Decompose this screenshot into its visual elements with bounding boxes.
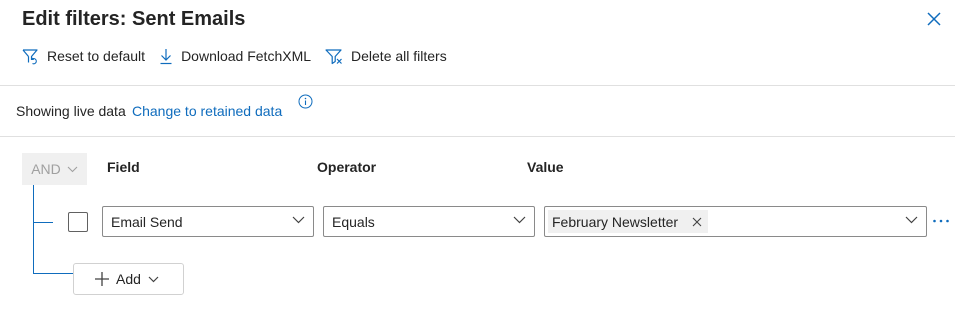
chevron-down-icon <box>148 276 159 282</box>
column-header-operator: Operator <box>317 159 377 175</box>
download-fetchxml-label: Download FetchXML <box>181 48 312 64</box>
chevron-down-icon <box>67 166 78 172</box>
value-tag-label: February Newsletter <box>552 213 679 230</box>
chevron-down-icon <box>292 216 305 224</box>
close-icon[interactable] <box>925 10 943 28</box>
column-header-value: Value <box>527 159 564 175</box>
download-fetchxml-button[interactable]: Download FetchXML <box>159 48 311 65</box>
field-dropdown[interactable]: Email Send <box>102 206 314 237</box>
add-icon <box>95 272 109 286</box>
column-header-field: Field <box>107 159 140 175</box>
download-icon <box>160 48 172 64</box>
value-tag: February Newsletter <box>548 210 709 233</box>
group-tree-line <box>33 185 34 273</box>
operator-dropdown[interactable]: Equals <box>323 206 535 237</box>
delete-all-filters-label: Delete all filters <box>351 48 447 64</box>
add-tree-connector <box>33 273 73 274</box>
field-dropdown-value: Email Send <box>111 213 183 230</box>
reset-to-default-label: Reset to default <box>47 48 146 64</box>
toolbar: Reset to default Download FetchXML Delet… <box>22 45 461 67</box>
add-button-label: Add <box>116 271 141 287</box>
dismiss-icon[interactable] <box>692 217 702 227</box>
data-mode-status: Showing live data <box>16 103 126 119</box>
operator-dropdown-value: Equals <box>332 213 375 230</box>
change-to-retained-data-link[interactable]: Change to retained data <box>132 103 282 119</box>
dialog-title: Edit filters: Sent Emails <box>22 8 246 30</box>
add-button[interactable]: Add <box>73 263 184 295</box>
row-tree-connector <box>33 222 53 223</box>
row-select-checkbox[interactable] <box>68 212 88 232</box>
reset-filter-icon <box>22 48 38 64</box>
info-icon[interactable] <box>298 94 313 109</box>
reset-to-default-button[interactable]: Reset to default <box>22 48 145 65</box>
clear-filter-icon <box>325 48 342 64</box>
delete-all-filters-button[interactable]: Delete all filters <box>325 48 447 65</box>
chevron-down-icon <box>905 216 918 224</box>
chevron-down-icon <box>513 216 526 224</box>
more-icon[interactable] <box>932 218 950 224</box>
value-picker[interactable]: February Newsletter <box>544 206 927 237</box>
content-divider <box>0 136 955 137</box>
header-divider <box>0 85 955 86</box>
group-logic-dropdown[interactable]: AND <box>22 153 87 185</box>
group-logic-label: AND <box>31 161 61 177</box>
